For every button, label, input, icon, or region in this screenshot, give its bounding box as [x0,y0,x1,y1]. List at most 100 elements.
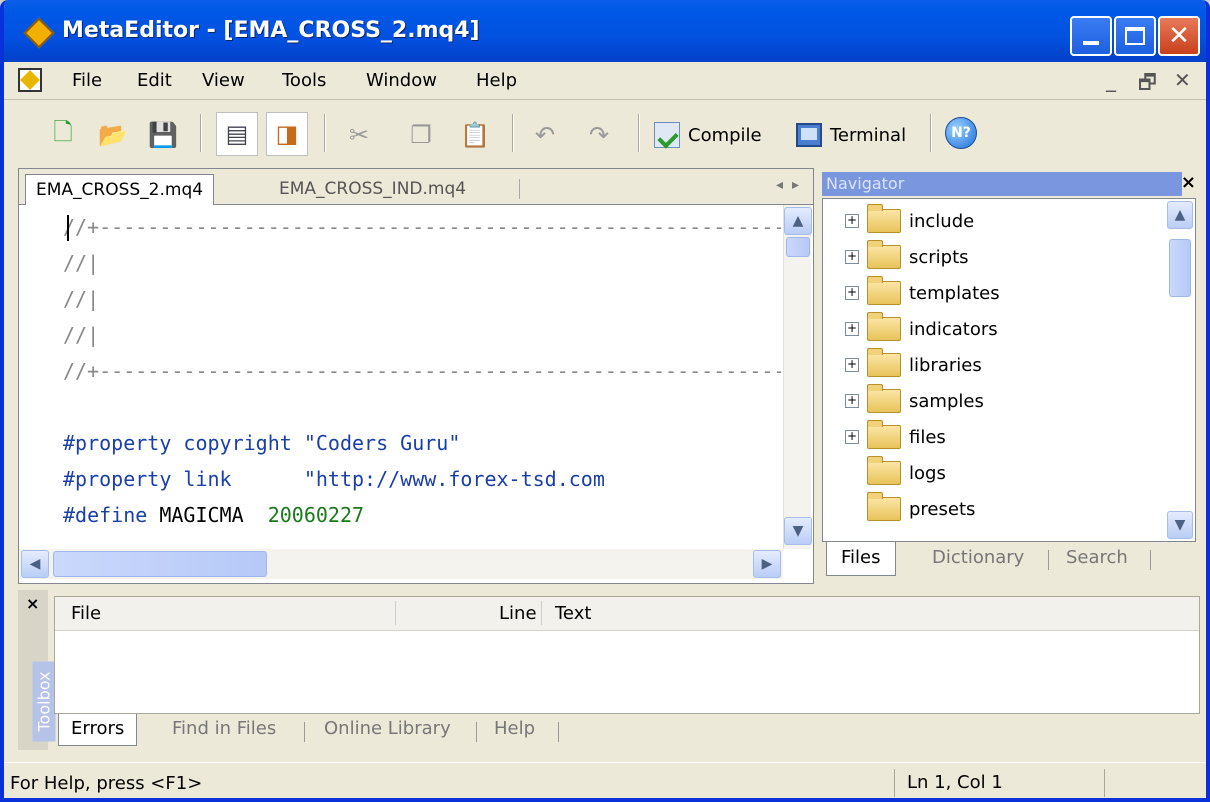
close-button[interactable]: ✕ [1158,16,1200,56]
editor-horizontal-scrollbar[interactable]: ◀ ▶ [19,549,783,579]
compile-icon [654,122,680,148]
toolbar-separator [324,114,326,152]
mdi-minimize-button[interactable]: _ [1106,68,1116,92]
tree-item-samples[interactable]: + samples [845,383,984,419]
menu-view[interactable]: View [202,70,245,91]
scroll-down-button[interactable]: ▼ [784,517,812,545]
scroll-up-button[interactable]: ▲ [784,207,812,235]
tree-item-libraries[interactable]: + libraries [845,347,982,383]
tree-item-label: logs [909,462,946,484]
scroll-thumb[interactable] [786,237,810,257]
text-caret [67,215,69,241]
open-button[interactable]: 📂 [96,118,130,152]
mdi-restore-button[interactable]: 🗗 [1138,68,1157,102]
cut-button[interactable]: ✂ [342,118,376,152]
compile-button[interactable]: Compile [654,118,762,152]
toolbox-sidebar: × Toolbox [18,590,56,750]
copy-button[interactable]: ❐ [404,118,438,152]
menu-file[interactable]: File [72,70,102,91]
expand-plus-icon[interactable]: + [845,214,859,228]
tab-ema-cross-2[interactable]: EMA_CROSS_2.mq4 [25,174,215,205]
toolbox-close-button[interactable]: × [26,594,39,613]
toolbar-separator [512,114,514,152]
tab-ema-cross-ind[interactable]: EMA_CROSS_IND.mq4 [269,175,476,205]
nav-scroll-up-button[interactable]: ▲ [1167,201,1193,229]
tab-scroll-arrows[interactable]: ◂ ▸ [776,177,799,193]
toolbox-toggle-icon: ◨ [275,120,299,148]
menu-help[interactable]: Help [476,70,517,91]
tab-divider [1048,550,1049,570]
hscroll-thumb[interactable] [53,551,267,577]
nav-scroll-thumb[interactable] [1169,239,1191,297]
navigator-toggle-button[interactable]: ▤ [216,112,258,156]
folder-icon [867,348,901,377]
mdi-close-button[interactable]: ✕ [1174,68,1191,92]
expand-plus-icon[interactable]: + [845,250,859,264]
folder-icon [867,312,901,341]
expand-plus-icon[interactable]: + [845,286,859,300]
terminal-icon [796,123,822,147]
editor-vertical-scrollbar[interactable]: ▲ ▼ [783,205,812,549]
status-help-text: For Help, press <F1> [10,773,203,794]
nav-scroll-down-button[interactable]: ▼ [1167,511,1193,539]
tab-files[interactable]: Files [826,542,896,576]
expand-plus-icon[interactable]: + [845,358,859,372]
folder-icon [867,456,901,485]
tree-item-label: libraries [909,354,982,376]
toolbox-toggle-button[interactable]: ◨ [266,112,308,156]
expand-plus-icon[interactable]: + [845,394,859,408]
tab-divider [304,722,305,742]
chevron-down-icon: ▼ [1174,517,1186,533]
close-icon: ✕ [1168,21,1190,51]
code-editor[interactable]: //+-------------------------------------… [63,209,781,545]
menu-tools[interactable]: Tools [282,70,326,91]
expand-plus-icon[interactable]: + [845,430,859,444]
tab-online-library[interactable]: Online Library [324,714,451,746]
terminal-button[interactable]: Terminal [796,118,906,152]
toolbox-label: Toolbox [32,661,56,742]
tab-help[interactable]: Help [494,714,535,746]
maximize-button[interactable] [1114,16,1156,56]
minimize-icon [1083,41,1099,45]
tree-connector [845,502,859,516]
save-button[interactable]: 💾 [146,118,180,152]
tree-item-indicators[interactable]: + indicators [845,311,998,347]
tab-find-in-files[interactable]: Find in Files [172,714,276,746]
tree-item-presets[interactable]: presets [845,491,975,527]
column-file[interactable]: File [71,603,101,624]
tab-search[interactable]: Search [1066,542,1128,576]
scroll-right-button[interactable]: ▶ [753,550,781,578]
title-bar[interactable]: MetaEditor - [EMA_CROSS_2.mq4] ✕ [4,0,1206,62]
menu-window[interactable]: Window [366,70,437,91]
tree-item-label: templates [909,282,1000,304]
tree-item-templates[interactable]: + templates [845,275,1000,311]
tree-item-files[interactable]: + files [845,419,946,455]
code-line: #define MAGICMA 20060227 [63,503,365,527]
undo-button[interactable]: ↶ [528,118,562,152]
column-line[interactable]: Line [499,603,537,624]
code-line: //+-------------------------------------… [63,215,781,239]
tree-item-scripts[interactable]: + scripts [845,239,969,275]
tree-item-include[interactable]: + include [845,203,974,239]
tree-item-logs[interactable]: logs [845,455,946,491]
cursor-position: Ln 1, Col 1 [894,769,1104,797]
new-file-button[interactable]: 🗋 [46,118,80,152]
expand-plus-icon[interactable]: + [845,322,859,336]
paste-icon: 📋 [460,121,490,149]
errors-table-header: File Line Text [55,597,1199,631]
menu-edit[interactable]: Edit [137,70,172,91]
document-menu-icon[interactable] [18,68,42,92]
redo-button[interactable]: ↷ [582,118,616,152]
column-text[interactable]: Text [555,603,591,624]
open-folder-icon: 📂 [98,121,128,149]
navigator-close-button[interactable]: × [1181,172,1196,193]
tab-errors[interactable]: Errors [58,714,138,746]
scroll-left-button[interactable]: ◀ [21,550,49,578]
help-button[interactable]: N? [944,116,978,150]
paste-button[interactable]: 📋 [458,118,492,152]
tab-dictionary[interactable]: Dictionary [932,542,1024,576]
navigator-tree: ▲ ▼ + include + scripts + templates + indicator… [822,198,1196,542]
minimize-button[interactable] [1070,16,1112,56]
